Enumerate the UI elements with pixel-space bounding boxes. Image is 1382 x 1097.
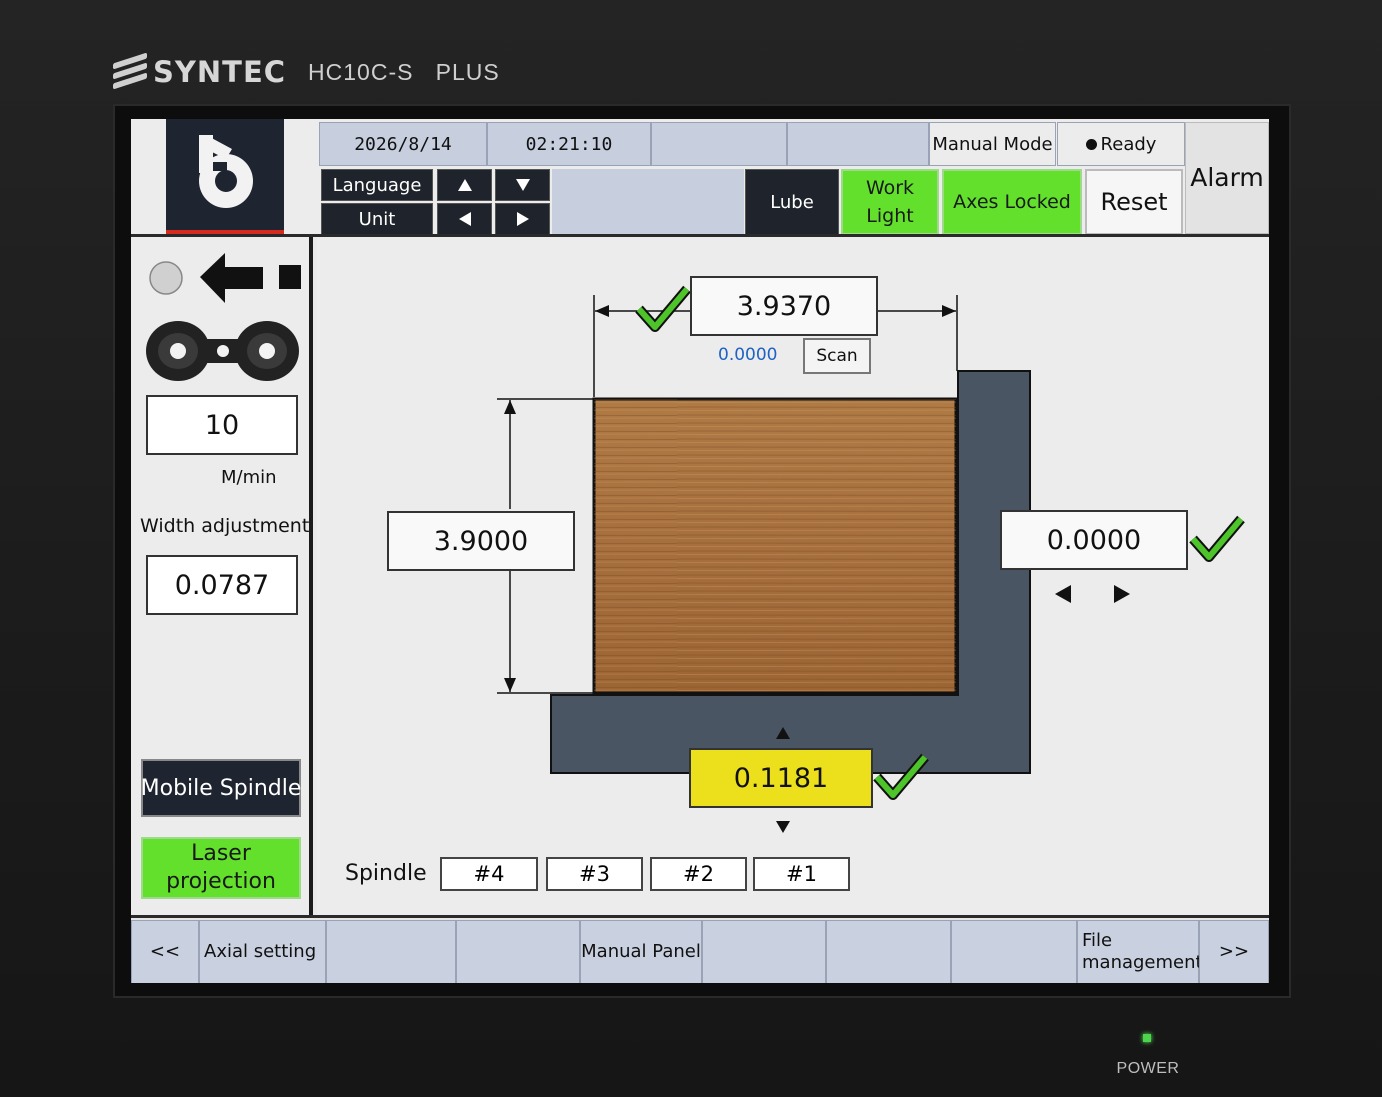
power-led-icon <box>1143 1034 1151 1042</box>
width-adjustment-field[interactable]: 0.0787 <box>146 555 298 615</box>
toolbar-spacer <box>552 169 744 235</box>
indicator-light-icon <box>149 261 183 295</box>
axial-setting-button[interactable]: Axial setting <box>199 920 326 983</box>
feed-rollers-icon <box>146 321 299 381</box>
top-check-icon <box>636 287 690 330</box>
right-triangle-icon <box>1114 585 1130 603</box>
bottom-offset-field[interactable]: 0.1181 <box>689 748 873 808</box>
softkey-empty-2[interactable] <box>456 920 580 983</box>
arrow-right-icon <box>516 212 529 226</box>
brand-name: SYNTEC <box>153 55 287 89</box>
syntec-logo-icon <box>113 52 147 90</box>
width-adjustment-label: Width adjustment <box>140 515 310 537</box>
right-offset-right-arrow-button[interactable] <box>1114 585 1130 607</box>
reset-button[interactable]: Reset <box>1085 169 1183 235</box>
softkey-empty-1[interactable] <box>326 920 456 983</box>
spindle-3-button[interactable]: #3 <box>546 857 643 891</box>
nav-next-button[interactable]: >> <box>1199 920 1269 983</box>
machine-logo-icon <box>166 119 284 235</box>
arrow-right-button[interactable] <box>495 203 550 235</box>
device-bezel: SYNTEC HC10C-S PLUS 2026/8/14 02:21:10 M… <box>0 0 1382 1097</box>
speed-unit-label: M/min <box>221 467 277 488</box>
stop-square-icon <box>279 265 301 289</box>
file-management-button[interactable]: File management <box>1077 920 1203 983</box>
scan-value-text: 0.0000 <box>718 345 778 365</box>
spindle-1-button[interactable]: #1 <box>753 857 850 891</box>
power-label: POWER <box>1116 1060 1180 1077</box>
arrow-up-button[interactable] <box>437 169 492 201</box>
model-name: HC10C-S PLUS <box>308 58 500 85</box>
feed-speed-field[interactable]: 10 <box>146 395 298 455</box>
spindle-4-button[interactable]: #4 <box>440 857 538 891</box>
status-slot-empty-1 <box>651 122 787 166</box>
bottom-down-arrow-icon <box>776 821 790 833</box>
axes-locked-button[interactable]: Axes Locked <box>942 169 1082 235</box>
nav-prev-button[interactable]: << <box>131 920 199 983</box>
arrow-down-button[interactable] <box>495 169 550 201</box>
status-slot-empty-2 <box>787 122 929 166</box>
status-text: Ready <box>1100 133 1157 155</box>
feed-arrow-left-icon <box>200 253 263 303</box>
spindle-label: Spindle <box>345 861 427 886</box>
status-indicator: Ready <box>1057 122 1185 166</box>
right-offset-left-arrow-button[interactable] <box>1055 585 1071 607</box>
work-light-button[interactable]: Work Light <box>841 169 939 235</box>
alarm-button[interactable]: Alarm <box>1185 122 1269 234</box>
laser-projection-button[interactable]: Laser projection <box>141 837 301 899</box>
unit-button[interactable]: Unit <box>321 203 433 235</box>
arrow-down-icon <box>515 179 530 191</box>
arrow-up-icon <box>457 179 472 191</box>
right-offset-field[interactable]: 0.0000 <box>1000 510 1188 570</box>
softkey-empty-4[interactable] <box>826 920 951 983</box>
lube-button[interactable]: Lube <box>745 169 839 235</box>
brand-header: SYNTEC HC10C-S PLUS <box>113 52 500 92</box>
workpiece-diagram <box>497 285 1245 833</box>
date-display: 2026/8/14 <box>319 122 487 166</box>
top-width-field[interactable]: 3.9370 <box>690 276 878 336</box>
left-panel: 10 M/min Width adjustment 0.0787 Mobile … <box>131 237 313 915</box>
manual-panel-button[interactable]: Manual Panel <box>580 920 702 983</box>
machine-logo-area <box>131 119 319 235</box>
language-button[interactable]: Language <box>321 169 433 201</box>
mode-indicator: Manual Mode <box>929 122 1056 166</box>
time-display: 02:21:10 <box>487 122 651 166</box>
left-height-field[interactable]: 3.9000 <box>387 511 575 571</box>
feed-direction-graphic <box>146 253 301 381</box>
top-bar: 2026/8/14 02:21:10 Manual Mode Ready Lan… <box>319 119 1269 237</box>
scan-button[interactable]: Scan <box>803 338 871 374</box>
softkey-empty-3[interactable] <box>702 920 826 983</box>
arrow-left-button[interactable] <box>437 203 492 235</box>
left-triangle-icon <box>1055 585 1071 603</box>
spindle-2-button[interactable]: #2 <box>650 857 747 891</box>
mobile-spindle-button[interactable]: Mobile Spindle <box>141 759 301 817</box>
bottom-nav-bar: << Axial setting Manual Panel File manag… <box>131 915 1269 983</box>
main-workpiece-area: 3.9370 0.0000 Scan 3.9000 0.0000 0.1181 … <box>317 237 1269 915</box>
right-check-icon <box>1190 517 1244 560</box>
arrow-left-icon <box>458 212 471 226</box>
status-dot-icon <box>1085 138 1097 150</box>
softkey-empty-5[interactable] <box>951 920 1077 983</box>
hmi-screen: 2026/8/14 02:21:10 Manual Mode Ready Lan… <box>131 119 1269 983</box>
